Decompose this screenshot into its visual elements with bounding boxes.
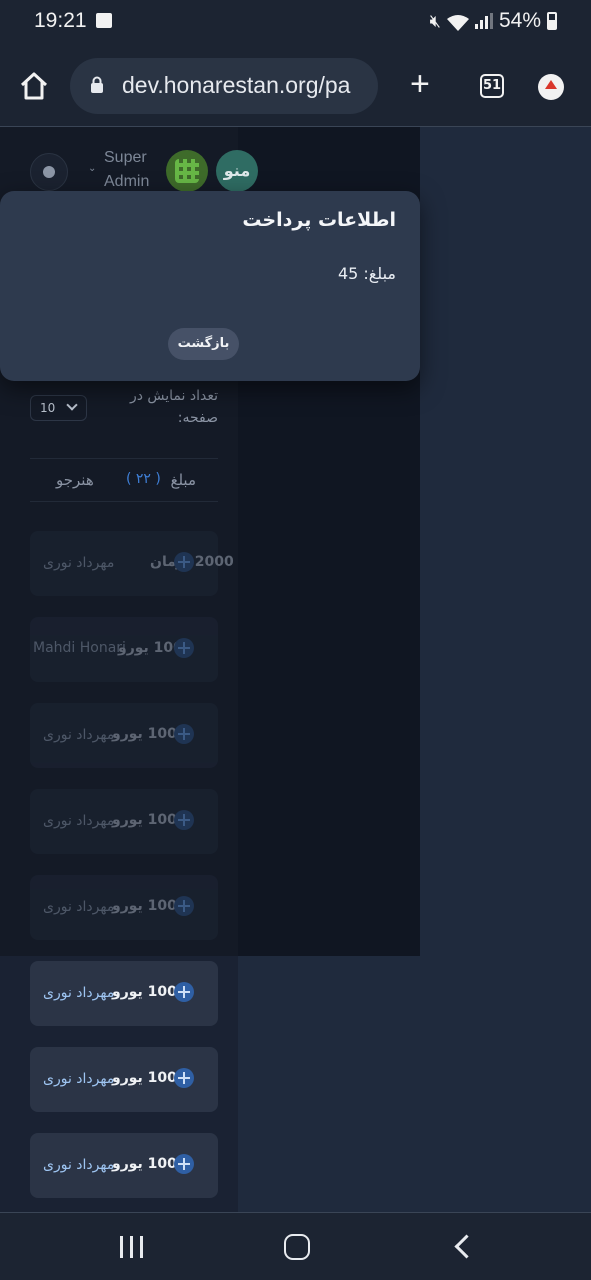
signal-icon (474, 13, 493, 29)
payment-info-modal: اطلاعات پرداخت مبلغ: 45 بازگشت (0, 191, 420, 381)
sun-icon (43, 166, 55, 178)
modal-title: اطلاعات پرداخت (242, 209, 396, 231)
back-button[interactable]: بازگشت (168, 328, 239, 360)
browser-toolbar: dev.honarestan.org/pa + 51 (0, 44, 591, 127)
mute-icon: 🔇︎ (429, 10, 441, 31)
list-item[interactable]: مهرداد نوری 1000 یورو (30, 1133, 218, 1198)
status-bar: 19:21 🔇︎ 54% (0, 0, 591, 44)
list-item[interactable]: مهرداد نوری 1000 یورو (30, 703, 218, 768)
chevron-down-icon: ⌄ (88, 163, 97, 174)
per-page-select[interactable]: 10 (30, 395, 87, 421)
expand-icon[interactable] (174, 552, 194, 572)
amount-label: مبلغ: (363, 264, 396, 283)
row-count: ( ۲۲ ) (126, 471, 161, 487)
user-initials-avatar[interactable]: منو (216, 150, 258, 192)
student-name: مهرداد نوری (43, 1071, 115, 1087)
user-role[interactable]: Super Admin (104, 146, 149, 194)
status-right: 🔇︎ 54% (430, 9, 557, 33)
list-item[interactable]: مهرداد نوری 2000 تومان (30, 531, 234, 596)
battery-percent: 54% (498, 9, 541, 32)
student-name: مهرداد نوری (43, 899, 115, 915)
theme-toggle-button[interactable] (30, 153, 68, 191)
student-name: مهرداد نوری (43, 813, 115, 829)
column-student: هنرجو (56, 471, 94, 489)
list-item[interactable]: Mahdi Honari 1000 یورو (30, 617, 218, 682)
status-time: 19:21 (34, 9, 87, 32)
new-tab-button[interactable]: + (410, 64, 430, 104)
student-name: مهرداد نوری (43, 555, 115, 571)
expand-icon[interactable] (174, 982, 194, 1002)
expand-icon[interactable] (174, 1154, 194, 1174)
system-nav-bar (0, 1212, 591, 1280)
image-notification-icon (96, 13, 112, 28)
list-item[interactable]: مهرداد نوری 1000 یورو (30, 875, 218, 940)
address-bar[interactable]: dev.honarestan.org/pa (70, 58, 378, 114)
amount-value: 45 (337, 264, 359, 283)
student-name: Mahdi Honari (33, 640, 126, 656)
expand-icon[interactable] (174, 810, 194, 830)
expand-icon[interactable] (174, 896, 194, 916)
student-name: مهرداد نوری (43, 727, 115, 743)
list-item[interactable]: مهرداد نوری 1000 یورو (30, 1047, 218, 1112)
list-item[interactable]: مهرداد نوری 1000 یورو (30, 789, 218, 854)
home-icon[interactable] (18, 70, 50, 102)
per-page-label: تعداد نمایش در صفحه: (129, 388, 218, 426)
student-name: مهرداد نوری (43, 985, 115, 1001)
battery-icon (547, 12, 557, 30)
home-button-icon[interactable] (284, 1234, 310, 1260)
tab-switcher-button[interactable]: 51 (480, 74, 504, 98)
recent-apps-icon[interactable] (120, 1236, 144, 1258)
column-amount: مبلغ (170, 471, 196, 489)
modal-amount: مبلغ: 45 (338, 264, 396, 283)
chevron-down-icon (66, 399, 78, 411)
wifi-icon (446, 13, 469, 31)
expand-icon[interactable] (174, 724, 194, 744)
avatar[interactable] (166, 150, 208, 192)
url-text: dev.honarestan.org/pa (122, 72, 351, 98)
expand-icon[interactable] (174, 638, 194, 658)
back-arrow-icon[interactable] (454, 1234, 479, 1259)
table-header: مبلغ ( ۲۲ ) هنرجو (30, 458, 218, 502)
lock-icon (91, 76, 103, 93)
list-item[interactable]: مهرداد نوری 1000 یورو (30, 961, 218, 1026)
student-name: مهرداد نوری (43, 1157, 115, 1173)
update-icon[interactable] (538, 74, 564, 100)
expand-icon[interactable] (174, 1068, 194, 1088)
